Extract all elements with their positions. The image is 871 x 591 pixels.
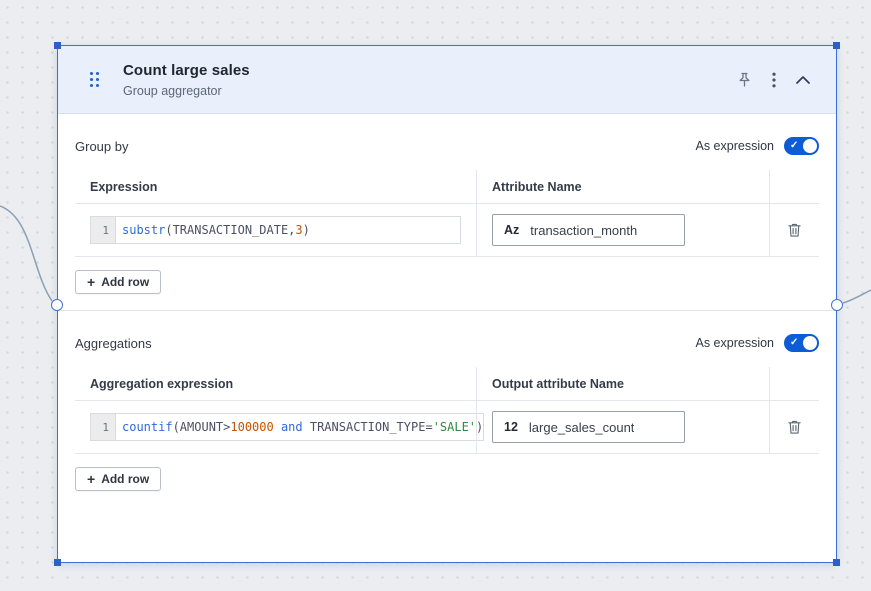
- group-by-table: Expression Attribute Name 1 substr(TRANS…: [75, 170, 819, 257]
- selection-handle-top-right[interactable]: [833, 42, 840, 49]
- as-expression-label: As expression: [695, 336, 774, 350]
- plus-icon: +: [87, 275, 95, 289]
- pin-button[interactable]: [735, 70, 754, 90]
- section-divider: [58, 310, 836, 311]
- aggregations-table: Aggregation expression Output attribute …: [75, 367, 819, 454]
- add-row-button[interactable]: + Add row: [75, 467, 161, 491]
- trash-icon: [787, 419, 802, 435]
- node-header: Count large sales Group aggregator: [58, 46, 836, 114]
- delete-row-button[interactable]: [785, 220, 804, 240]
- header-actions: [735, 70, 812, 90]
- column-header-attribute-name: Attribute Name: [476, 170, 769, 204]
- attribute-name-cell: Az transaction_month: [476, 204, 769, 257]
- output-attribute-name-value: large_sales_count: [529, 420, 635, 435]
- plus-icon: +: [87, 472, 95, 486]
- column-header-expression: Expression: [75, 170, 476, 204]
- aggregation-expression-code: countif(AMOUNT>100000 and TRANSACTION_TY…: [116, 414, 483, 440]
- output-attribute-name-field[interactable]: 12 large_sales_count: [492, 411, 685, 443]
- code-token: ): [303, 223, 310, 237]
- group-by-label: Group by: [75, 139, 128, 154]
- as-expression-toggle[interactable]: ✓: [784, 334, 819, 352]
- aggregations-section-head: Aggregations As expression ✓: [75, 333, 819, 353]
- group-by-section-head: Group by As expression ✓: [75, 136, 819, 156]
- row-actions-cell: [769, 401, 819, 454]
- code-token: (TRANSACTION_DATE,: [165, 223, 295, 237]
- code-token: (AMOUNT>: [173, 420, 231, 434]
- chevron-up-icon: [796, 76, 810, 84]
- as-expression-label: As expression: [695, 139, 774, 153]
- column-header-output-attribute-name: Output attribute Name: [476, 367, 769, 401]
- code-token: countif: [122, 420, 173, 434]
- kebab-menu-icon: [772, 72, 776, 88]
- pin-icon: [737, 72, 752, 88]
- output-attribute-name-cell: 12 large_sales_count: [476, 401, 769, 454]
- more-options-button[interactable]: [770, 70, 778, 90]
- delete-row-button[interactable]: [785, 417, 804, 437]
- selection-handle-top-left[interactable]: [54, 42, 61, 49]
- aggregations-section: Aggregations As expression ✓ Aggregation…: [75, 333, 819, 491]
- node-subtitle: Group aggregator: [123, 84, 250, 98]
- code-token: 100000: [230, 420, 273, 434]
- input-port[interactable]: [51, 299, 63, 311]
- code-token: 3: [295, 223, 302, 237]
- incoming-wire: [0, 206, 52, 301]
- pipeline-canvas[interactable]: Count large sales Group aggregator: [0, 0, 871, 591]
- selection-handle-bottom-left[interactable]: [54, 559, 61, 566]
- expression-code: substr(TRANSACTION_DATE,3): [116, 217, 310, 243]
- attribute-name-field[interactable]: Az transaction_month: [492, 214, 685, 246]
- string-type-badge: Az: [504, 223, 519, 237]
- drag-handle-icon[interactable]: [90, 72, 99, 87]
- code-token: substr: [122, 223, 165, 237]
- add-row-label: Add row: [101, 275, 149, 289]
- add-row-button[interactable]: + Add row: [75, 270, 161, 294]
- as-expression-toggle[interactable]: ✓: [784, 137, 819, 155]
- aggregations-as-expression: As expression ✓: [695, 334, 819, 352]
- node-body: Group by As expression ✓ Expression Attr…: [58, 136, 836, 491]
- code-token: TRANSACTION_TYPE=: [310, 420, 433, 434]
- column-header-actions: [769, 367, 819, 401]
- expression-cell: 1 countif(AMOUNT>100000 and TRANSACTION_…: [75, 401, 476, 454]
- add-row-label: Add row: [101, 472, 149, 486]
- line-number: 1: [91, 414, 116, 440]
- aggregations-label: Aggregations: [75, 336, 152, 351]
- toggle-knob: [803, 336, 817, 350]
- code-token: and: [274, 420, 310, 434]
- check-icon: ✓: [790, 138, 798, 154]
- group-by-section: Group by As expression ✓ Expression Attr…: [75, 136, 819, 294]
- row-actions-cell: [769, 204, 819, 257]
- column-header-actions: [769, 170, 819, 204]
- toggle-knob: [803, 139, 817, 153]
- node-title: Count large sales: [123, 62, 250, 79]
- selection-handle-bottom-right[interactable]: [833, 559, 840, 566]
- node-card[interactable]: Count large sales Group aggregator: [57, 45, 837, 563]
- attribute-name-value: transaction_month: [530, 223, 637, 238]
- trash-icon: [787, 222, 802, 238]
- outgoing-wire: [843, 290, 871, 303]
- output-port[interactable]: [831, 299, 843, 311]
- integer-type-badge: 12: [504, 420, 518, 434]
- group-by-as-expression: As expression ✓: [695, 137, 819, 155]
- expression-cell: 1 substr(TRANSACTION_DATE,3): [75, 204, 476, 257]
- line-number: 1: [91, 217, 116, 243]
- collapse-button[interactable]: [794, 74, 812, 86]
- check-icon: ✓: [790, 335, 798, 351]
- code-token: 'SALE': [433, 420, 476, 434]
- aggregation-expression-editor[interactable]: 1 countif(AMOUNT>100000 and TRANSACTION_…: [90, 413, 484, 441]
- expression-editor[interactable]: 1 substr(TRANSACTION_DATE,3): [90, 216, 461, 244]
- column-header-aggregation-expression: Aggregation expression: [75, 367, 476, 401]
- node-titles: Count large sales Group aggregator: [123, 62, 250, 98]
